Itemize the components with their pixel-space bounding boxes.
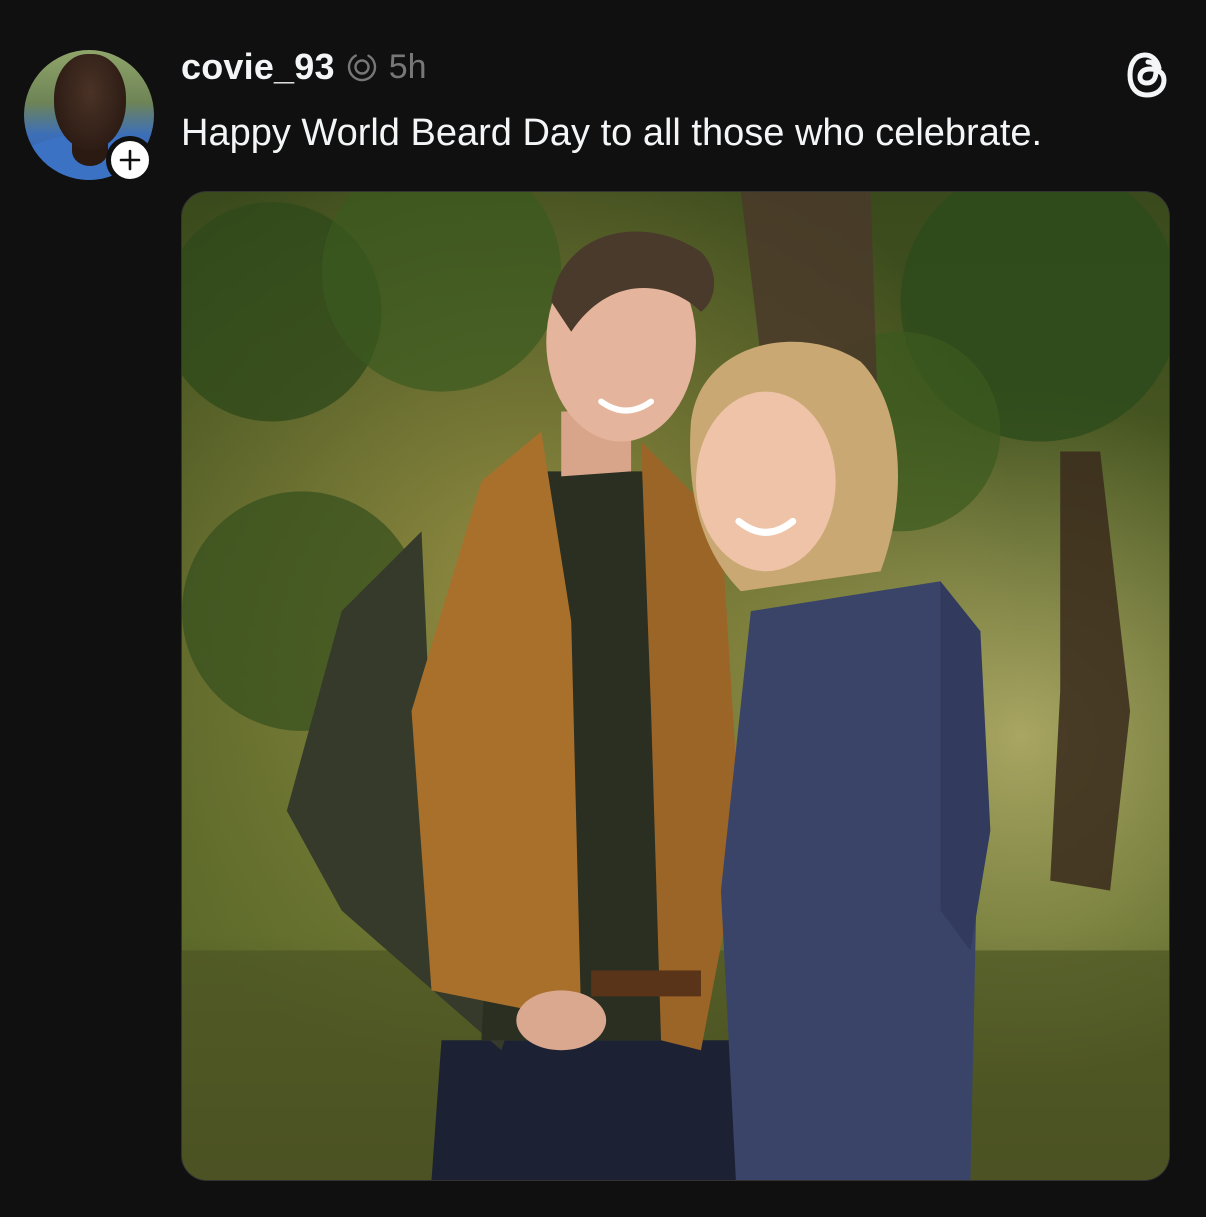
couple-photo-image	[182, 192, 1169, 1180]
follow-button[interactable]	[106, 136, 154, 184]
post-header: covie_93 5h	[181, 46, 427, 88]
thread-post: covie_93 5h Happy World Beard Day to all…	[0, 0, 1206, 1217]
threads-logo-icon[interactable]	[1126, 50, 1170, 100]
post-caption: Happy World Beard Day to all those who c…	[181, 112, 1043, 154]
plus-icon	[119, 149, 141, 171]
recent-activity-icon	[345, 50, 379, 84]
author-avatar[interactable]	[24, 50, 156, 184]
post-photo[interactable]	[181, 191, 1170, 1181]
author-username[interactable]: covie_93	[181, 46, 335, 88]
post-timestamp: 5h	[388, 47, 427, 86]
